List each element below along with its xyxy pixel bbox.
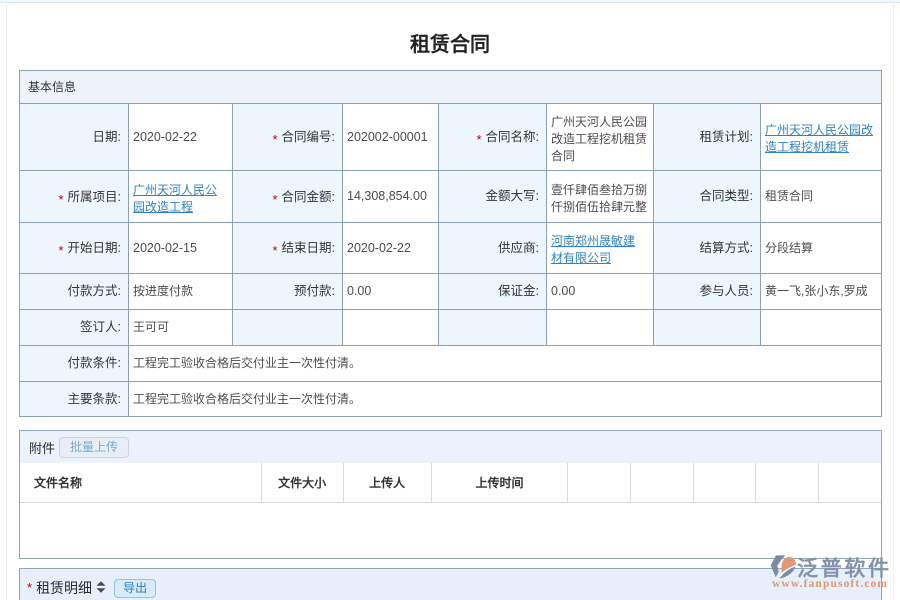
svg-text:www.fanpusoft.com: www.fanpusoft.com	[772, 578, 887, 590]
svg-text:泛普软件: 泛普软件	[797, 557, 889, 581]
